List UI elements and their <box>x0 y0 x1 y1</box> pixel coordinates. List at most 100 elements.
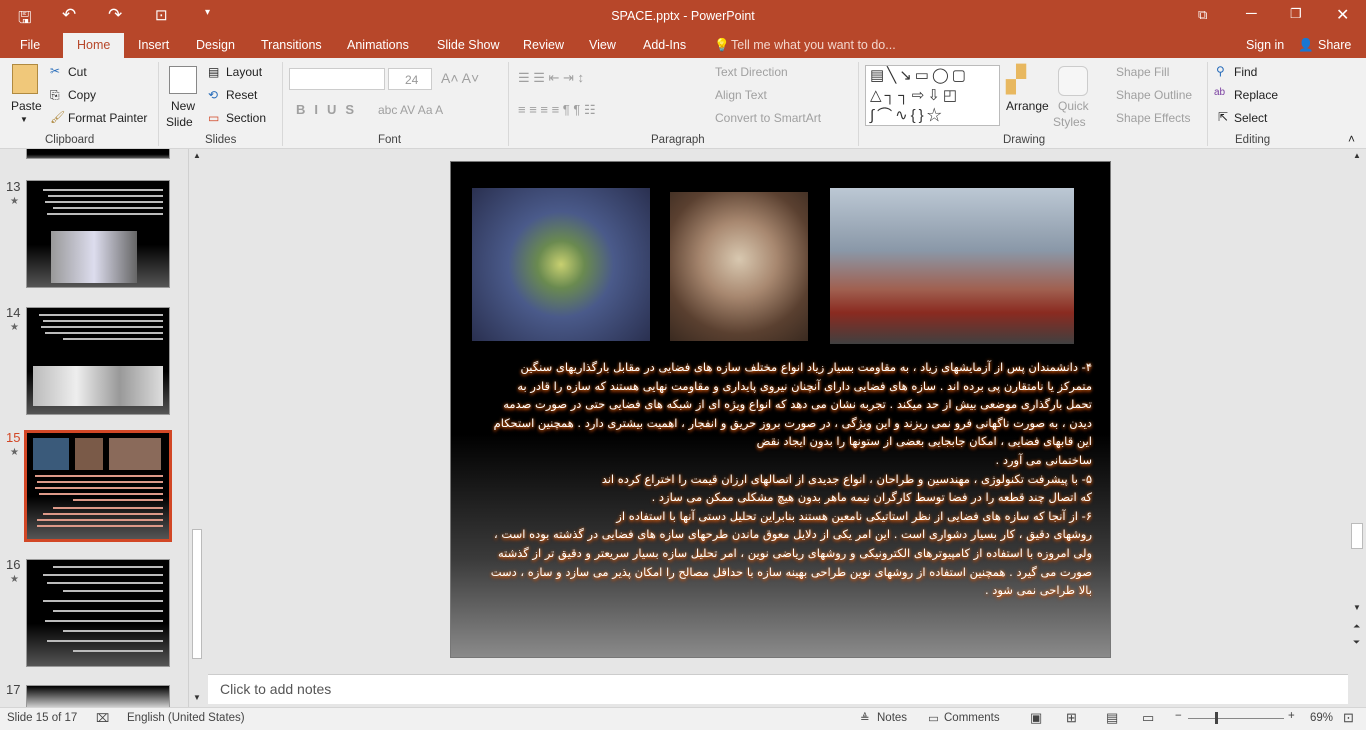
tab-add-ins[interactable]: Add-Ins <box>643 38 686 52</box>
replace-button[interactable]: Replace <box>1234 88 1278 102</box>
quick-styles-icon <box>1058 66 1088 96</box>
slideshow-view-icon[interactable]: ▭ <box>1142 710 1154 726</box>
quick-styles-button[interactable]: Quick <box>1058 99 1089 113</box>
shape-effects-button[interactable]: Shape Effects <box>1116 111 1191 125</box>
reset-button[interactable]: Reset <box>226 88 257 102</box>
notes-button[interactable]: Notes <box>877 712 907 724</box>
zoom-slider-thumb[interactable] <box>1215 712 1218 724</box>
tab-view[interactable]: View <box>589 38 616 52</box>
slide-sorter-icon[interactable]: ⊞ <box>1066 710 1077 726</box>
section-button[interactable]: Section <box>226 111 266 125</box>
collapse-ribbon-icon[interactable]: ˄ <box>1348 132 1355 146</box>
paste-button[interactable]: Paste <box>11 99 42 113</box>
notes-placeholder[interactable]: Click to add notes <box>220 681 331 697</box>
ribbon-display-icon[interactable]: ⧉ <box>1198 7 1207 23</box>
zoom-slider[interactable] <box>1188 718 1284 719</box>
shapes-gallery[interactable]: ▤╲↘▭◯▢ △┐┐⇨⇩◰ ∫⌒∿{}☆ <box>865 65 1000 126</box>
tab-slide-show[interactable]: Slide Show <box>437 38 500 52</box>
arrange-icon: ▞ <box>1006 64 1026 94</box>
tab-transitions[interactable]: Transitions <box>261 38 322 52</box>
shape-outline-button[interactable]: Shape Outline <box>1116 88 1192 102</box>
normal-view-icon[interactable]: ▣ <box>1030 710 1042 726</box>
tell-me-search[interactable]: Tell me what you want to do... <box>731 38 896 52</box>
slide-text-line: دیدن ، به صورت ناگهانی فرو نمی ریزند و ا… <box>493 415 1092 430</box>
font-size-input[interactable]: 24 <box>388 68 432 90</box>
slide-thumbnail-17[interactable] <box>26 685 170 707</box>
align-text-button[interactable]: Align Text <box>715 88 767 102</box>
notes-pane[interactable]: Click to add notes <box>208 674 1348 704</box>
layout-button[interactable]: Layout <box>226 65 262 79</box>
slide-indicator: Slide 15 of 17 <box>7 712 78 724</box>
previous-slide-icon[interactable]: ⏶ <box>1353 621 1360 632</box>
replace-icon: ab <box>1214 87 1226 98</box>
fit-slide-icon[interactable]: ⊡ <box>1343 710 1354 726</box>
tab-animations[interactable]: Animations <box>347 38 409 52</box>
zoom-in-icon[interactable]: + <box>1288 710 1295 722</box>
animation-star-icon: ★ <box>10 447 19 458</box>
cut-button[interactable]: Cut <box>68 65 87 79</box>
next-slide-icon[interactable]: ⏷ <box>1353 637 1360 648</box>
slide-thumbnail-13[interactable] <box>26 180 170 288</box>
sign-in-link[interactable]: Sign in <box>1246 38 1284 52</box>
reading-view-icon[interactable]: ▤ <box>1106 710 1118 726</box>
convert-smartart-button[interactable]: Convert to SmartArt <box>715 111 821 125</box>
scrollbar-thumb[interactable] <box>1351 523 1363 549</box>
zoom-out-icon[interactable]: − <box>1175 710 1182 722</box>
tab-design[interactable]: Design <box>196 38 235 52</box>
animation-star-icon: ★ <box>10 322 19 333</box>
comments-button[interactable]: Comments <box>944 712 1000 724</box>
minimize-icon[interactable]: ─ <box>1246 5 1257 22</box>
animation-star-icon: ★ <box>10 574 19 585</box>
slide-text-line: روشهای دقیق ، کار بسیار دشواری است . این… <box>493 527 1092 542</box>
slide-scrollbar[interactable]: ▲ ▼ ⏶ ⏷ <box>1348 149 1366 669</box>
font-more-icons[interactable]: abc AV Aa A <box>378 103 443 117</box>
slide-text-line: تحمل بارگذاری موضعی بیش از حد میکند . تج… <box>503 397 1092 412</box>
tab-insert[interactable]: Insert <box>138 38 169 52</box>
font-name-input[interactable] <box>289 68 385 90</box>
scroll-up-icon[interactable]: ▲ <box>1353 151 1361 160</box>
slide-thumbnails-pane: 13 ★ 14 ★ 15 ★ 16 ★ 17 <box>0 149 188 707</box>
new-slide-icon[interactable] <box>169 66 197 94</box>
new-slide-button-line2[interactable]: Slide <box>166 115 193 129</box>
thumbnails-scrollbar[interactable]: ▲ ▼ <box>188 149 205 707</box>
slide-text-line: ساختمانی می آورد . <box>995 452 1092 467</box>
paste-icon[interactable] <box>12 64 38 94</box>
new-slide-button[interactable]: New <box>171 99 195 113</box>
share-button[interactable]: Share <box>1318 38 1351 52</box>
close-icon[interactable]: ✕ <box>1336 5 1349 25</box>
font-format-icons[interactable]: BIUS <box>296 102 363 117</box>
quick-styles-button-line2[interactable]: Styles <box>1053 115 1086 129</box>
slide-thumbnail-14[interactable] <box>26 307 170 415</box>
slide-thumbnail-15[interactable] <box>24 430 172 542</box>
slide-thumbnail-12[interactable] <box>26 149 170 159</box>
align-icons[interactable]: ≡ ≡ ≡ ≡ ¶ ¶ ☷ <box>518 102 596 118</box>
scroll-down-icon[interactable]: ▼ <box>193 693 201 702</box>
space-frame-sculpture-image <box>472 188 650 341</box>
slide-canvas[interactable]: ۴- دانشمندان پس از آزمایشهای زیاد ، به م… <box>450 161 1111 658</box>
grow-font-icon[interactable]: A˄ A˅ <box>441 70 479 86</box>
format-painter-icon: 🖌 <box>50 110 66 124</box>
tab-home[interactable]: Home <box>63 33 125 58</box>
text-direction-button[interactable]: Text Direction <box>715 65 788 79</box>
paste-dropdown-icon[interactable]: ▼ <box>20 115 28 124</box>
tab-file[interactable]: File <box>20 38 40 52</box>
slide-body-text[interactable]: ۴- دانشمندان پس از آزمایشهای زیاد ، به م… <box>467 358 1092 600</box>
scrollbar-thumb[interactable] <box>192 529 202 659</box>
format-painter-button[interactable]: Format Painter <box>68 111 147 125</box>
select-button[interactable]: Select <box>1234 111 1267 125</box>
arrange-button[interactable]: Arrange <box>1006 99 1049 113</box>
tab-review[interactable]: Review <box>523 38 564 52</box>
copy-button[interactable]: Copy <box>68 88 96 102</box>
scroll-up-icon[interactable]: ▲ <box>193 151 201 160</box>
scroll-down-icon[interactable]: ▼ <box>1353 603 1361 612</box>
spell-check-icon[interactable]: ⌧ <box>96 711 109 725</box>
zoom-level[interactable]: 69% <box>1310 712 1333 724</box>
window-title: SPACE.pptx - PowerPoint <box>611 9 755 23</box>
clipboard-group-label: Clipboard <box>45 134 95 146</box>
restore-icon[interactable]: ❐ <box>1290 6 1302 22</box>
find-button[interactable]: Find <box>1234 65 1257 79</box>
slide-thumbnail-16[interactable] <box>26 559 170 667</box>
bullets-icon[interactable]: ☰ ☰ ⇤ ⇥ ↕ <box>518 70 584 86</box>
language-indicator[interactable]: English (United States) <box>127 712 245 724</box>
shape-fill-button[interactable]: Shape Fill <box>1116 65 1169 79</box>
